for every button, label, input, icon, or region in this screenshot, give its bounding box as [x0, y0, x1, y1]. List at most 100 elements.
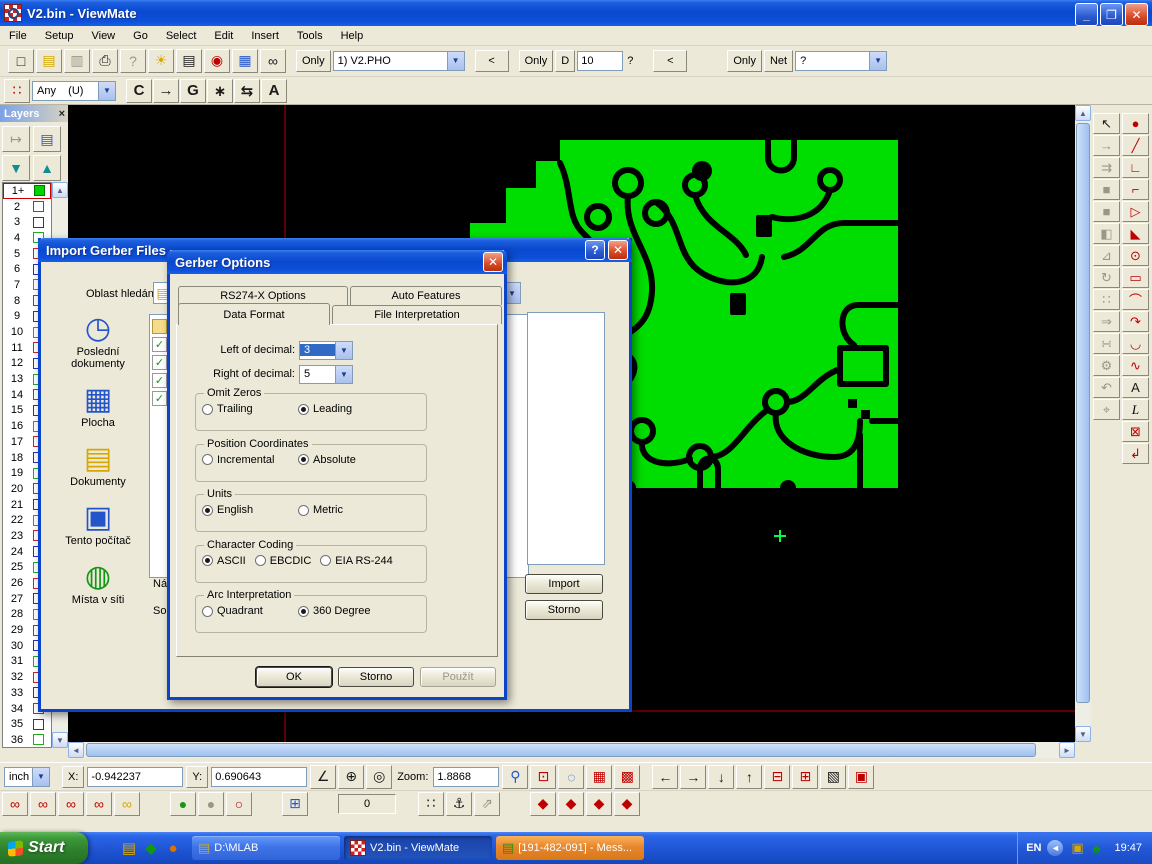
radio-incremental[interactable]: Incremental — [202, 454, 298, 466]
menu-item-file[interactable]: File — [0, 28, 36, 44]
mirror-icon[interactable]: ◧ — [1093, 223, 1120, 244]
gerber-file-2-icon[interactable]: ✓ — [152, 355, 167, 370]
gerber-file-4-icon[interactable]: ✓ — [152, 391, 167, 406]
hook-icon[interactable]: ↲ — [1122, 443, 1149, 464]
aperture-list-icon[interactable]: ▤ — [176, 49, 202, 73]
angle-icon[interactable]: ∠ — [310, 765, 336, 789]
prev-dcode-button[interactable]: < — [653, 50, 687, 72]
traces-icon[interactable]: → — [153, 79, 179, 103]
apply-button[interactable]: Použít — [420, 667, 496, 687]
flash-1-icon[interactable]: ◆ — [530, 792, 556, 816]
layer-color-swatch[interactable] — [33, 217, 44, 228]
new-file-icon[interactable]: □ — [8, 49, 34, 73]
fill-rect-2-icon[interactable]: ■ — [1093, 201, 1120, 222]
import-button[interactable]: Import — [525, 574, 603, 594]
select-area-icon[interactable]: ▣ — [848, 765, 874, 789]
anchor-icon[interactable]: ⚓ — [446, 792, 472, 816]
grid-b-icon[interactable]: ▩ — [614, 765, 640, 789]
layer-row-1+[interactable]: 1+ — [3, 183, 51, 199]
layer-down-icon[interactable]: ▼ — [2, 155, 30, 181]
triangle-icon[interactable]: ◣ — [1122, 223, 1149, 244]
scroll-left-icon[interactable]: ◄ — [68, 742, 84, 758]
minimize-icon[interactable]: _ — [1075, 3, 1098, 26]
flash-4-icon[interactable]: ◆ — [614, 792, 640, 816]
zoom-value[interactable]: 1.8868 — [433, 767, 499, 787]
context-help-icon[interactable]: ? — [120, 49, 146, 73]
im-client-icon[interactable]: ▣ — [1069, 837, 1085, 859]
language-indicator[interactable]: EN — [1026, 842, 1041, 854]
pan-right-icon[interactable]: → — [680, 765, 706, 789]
layer-color-swatch[interactable] — [33, 201, 44, 212]
layer-row-35[interactable]: 35 — [3, 716, 51, 732]
bulb-probe-icon[interactable]: ○ — [226, 792, 252, 816]
vector-icon[interactable]: ⇗ — [474, 792, 500, 816]
sketch-icon[interactable]: ∿ — [1122, 355, 1149, 376]
start-button[interactable]: Start — [0, 832, 88, 864]
highlight-icon[interactable]: ☀ — [148, 49, 174, 73]
view-3-icon[interactable]: ∞ — [58, 792, 84, 816]
y-coordinate[interactable]: 0.690643 — [211, 767, 307, 787]
filter-combo[interactable]: Any (U) ▼ — [32, 81, 116, 101]
select-cursor-icon[interactable]: ↖ — [1093, 113, 1120, 134]
components-icon[interactable]: C — [126, 79, 152, 103]
window-titlebar[interactable]: V2.bin - ViewMate _ ❐ ✕ — [0, 0, 1152, 26]
ok-button[interactable]: OK — [256, 667, 332, 687]
menu-item-insert[interactable]: Insert — [242, 28, 288, 44]
layer-table-icon[interactable]: ▤ — [33, 126, 61, 152]
shear-icon[interactable]: ⊿ — [1093, 245, 1120, 266]
tab-data-format[interactable]: Data Format — [178, 303, 330, 325]
vertex-icon[interactable]: ▷ — [1122, 201, 1149, 222]
scatter-icon[interactable]: ∷ — [1093, 289, 1120, 310]
unit-combo[interactable]: inch ▼ — [4, 767, 50, 787]
replace-point-icon[interactable]: → — [1093, 135, 1120, 156]
zoom-dcode-icon[interactable]: ◌ — [558, 765, 584, 789]
x-coordinate[interactable]: -0.942237 — [87, 767, 183, 787]
text-a-icon[interactable]: A — [1122, 377, 1149, 398]
close-icon[interactable]: × — [59, 108, 65, 120]
radio-360-degree[interactable]: 360 Degree — [298, 605, 371, 617]
gerber-icon[interactable]: G — [180, 79, 206, 103]
place-posledn-dokumenty[interactable]: ◷Poslední dokumenty — [49, 312, 147, 370]
layer-combo[interactable]: 1) V2.PHO ▼ — [333, 51, 465, 71]
prev-layer-button[interactable]: < — [475, 50, 509, 72]
menu-item-go[interactable]: Go — [124, 28, 157, 44]
scroll-up-icon[interactable]: ▲ — [1075, 105, 1091, 121]
print-icon[interactable]: ⎙ — [92, 49, 118, 73]
vertical-scrollbar[interactable]: ▲ ▼ — [1075, 105, 1091, 742]
net-button[interactable]: Net — [764, 50, 793, 72]
vertical-scroll-thumb[interactable] — [1076, 123, 1090, 703]
chevron-down-icon[interactable]: ▼ — [447, 52, 464, 70]
pad-icon[interactable]: ● — [1122, 113, 1149, 134]
layer-row-3[interactable]: 3 — [3, 214, 51, 230]
pan-up-icon[interactable]: ↑ — [736, 765, 762, 789]
radio-eia-rs-244[interactable]: EIA RS-244 — [320, 555, 392, 567]
radio-trailing[interactable]: Trailing — [202, 403, 298, 415]
bulb-off-icon[interactable]: ● — [198, 792, 224, 816]
dock-panel-icon[interactable]: ↦ — [2, 126, 30, 152]
menu-item-setup[interactable]: Setup — [36, 28, 83, 44]
close-icon[interactable]: ✕ — [483, 252, 503, 272]
scroll-down-icon[interactable]: ▼ — [1075, 726, 1091, 742]
tab-file-interpretation[interactable]: File Interpretation — [332, 305, 502, 324]
taskbar-task-v2-bin-viewmate[interactable]: V2.bin - ViewMate — [344, 836, 492, 860]
scroll-down-icon[interactable]: ▼ — [52, 732, 68, 748]
right-of-decimal-combo[interactable]: 5 ▼ — [299, 365, 353, 384]
menu-item-select[interactable]: Select — [157, 28, 206, 44]
layer-row-36[interactable]: 36 — [3, 732, 51, 748]
pick-icon[interactable]: ⌖ — [1093, 399, 1120, 420]
layer-row-2[interactable]: 2 — [3, 199, 51, 215]
menu-item-tools[interactable]: Tools — [288, 28, 332, 44]
replace-points-icon[interactable]: ⇉ — [1093, 157, 1120, 178]
tab-auto-features[interactable]: Auto Features — [350, 286, 502, 305]
text-icon[interactable]: A — [261, 79, 287, 103]
arc-icon[interactable]: ⌒ — [1122, 289, 1149, 310]
help-book-icon[interactable]: ◆ — [142, 837, 160, 859]
circle-center-icon[interactable]: ⊙ — [1122, 245, 1149, 266]
align-icon[interactable]: ∺ — [1093, 333, 1120, 354]
only-layer-button[interactable]: Only — [296, 50, 331, 72]
chevron-down-icon[interactable]: ▼ — [869, 52, 886, 70]
menu-item-help[interactable]: Help — [332, 28, 373, 44]
chevron-down-icon[interactable]: ▼ — [335, 366, 352, 383]
arc-chord-icon[interactable]: ◡ — [1122, 333, 1149, 354]
corner-icon[interactable]: ⌐ — [1122, 179, 1149, 200]
